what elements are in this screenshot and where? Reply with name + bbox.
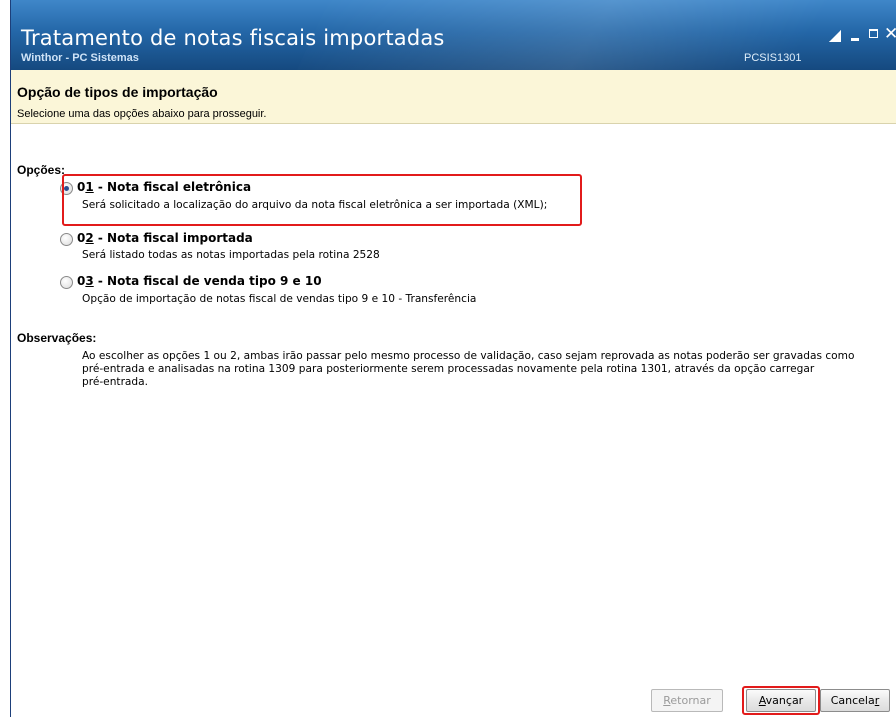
- wizard-window: Tratamento de notas fiscais importadas W…: [10, 0, 896, 717]
- title-bar[interactable]: Tratamento de notas fiscais importadas W…: [11, 0, 896, 70]
- option-03-title[interactable]: 03 - Nota fiscal de venda tipo 9 e 10: [77, 274, 322, 288]
- maximize-icon[interactable]: [869, 29, 878, 38]
- observations-line: pré-entrada.: [82, 376, 149, 388]
- step-subtitle: Selecione uma das opções abaixo para pro…: [17, 108, 267, 120]
- observations-label: Observações:: [17, 331, 97, 345]
- observations-line: pré-entrada e analisadas na rotina 1309 …: [82, 363, 815, 375]
- left-border: [0, 0, 10, 717]
- wizard-header: Opção de tipos de importação Selecione u…: [11, 70, 896, 124]
- options-label: Opções:: [17, 163, 66, 177]
- next-button-highlight: [742, 686, 820, 715]
- option-01-highlight: [62, 174, 582, 226]
- back-button[interactable]: Retornar: [651, 689, 723, 712]
- option-03-radio[interactable]: [60, 276, 73, 289]
- routine-code: PCSIS1301: [744, 52, 802, 64]
- option-02-description: Será listado todas as notas importadas p…: [82, 249, 380, 261]
- cancel-button[interactable]: Cancelar: [820, 689, 890, 712]
- minimize-icon[interactable]: [851, 38, 859, 41]
- window-subtitle: Winthor - PC Sistemas: [21, 52, 139, 64]
- close-icon[interactable]: ✕: [884, 24, 896, 44]
- window-title: Tratamento de notas fiscais importadas: [21, 26, 445, 50]
- observations-line: Ao escolher as opções 1 ou 2, ambas irão…: [82, 350, 855, 362]
- option-02-radio[interactable]: [60, 233, 73, 246]
- option-03-description: Opção de importação de notas fiscal de v…: [82, 293, 477, 305]
- observations-text: Ao escolher as opções 1 ou 2, ambas irão…: [82, 350, 882, 389]
- option-02-title[interactable]: 02 - Nota fiscal importada: [77, 231, 253, 245]
- step-title: Opção de tipos de importação: [17, 84, 218, 100]
